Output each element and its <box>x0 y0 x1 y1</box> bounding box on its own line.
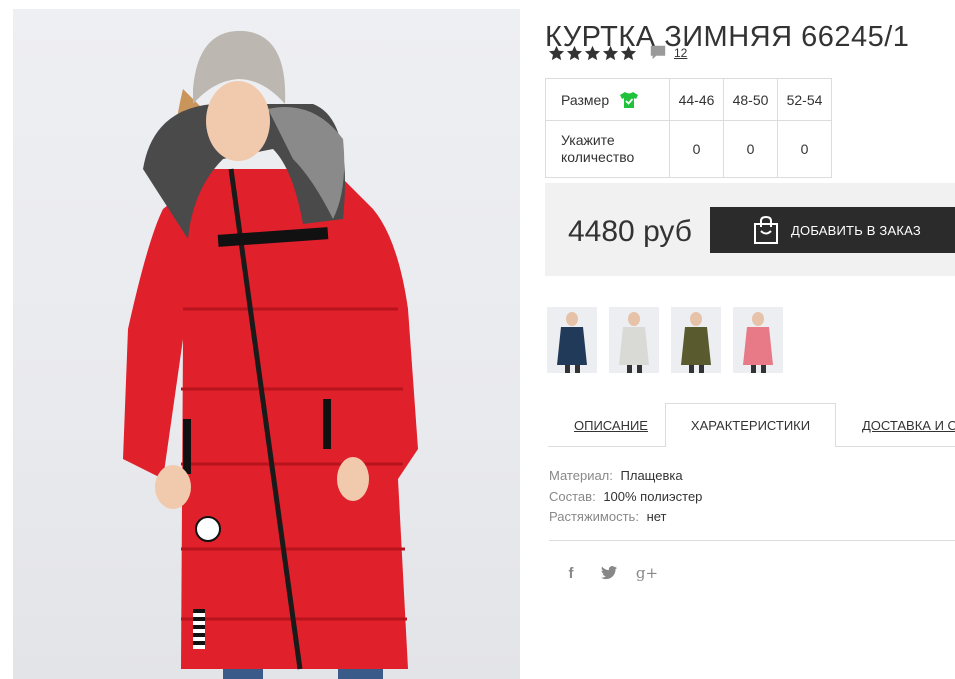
section-divider <box>549 540 955 541</box>
star-icon <box>584 45 601 60</box>
size-option[interactable]: 52-54 <box>777 78 832 121</box>
size-quantity-table: Размер 44-46 48-50 52-54 Укажите количес… <box>545 78 832 178</box>
comment-icon[interactable] <box>649 44 667 62</box>
thumbnail-navy[interactable] <box>547 307 597 373</box>
spec-row: Материал: Плащевка <box>549 466 702 487</box>
spec-key: Растяжимость: <box>549 509 639 524</box>
quantity-field[interactable]: 0 <box>669 120 724 178</box>
thumbnail-image <box>681 312 711 373</box>
spec-key: Состав: <box>549 488 596 504</box>
shopping-bag-icon <box>754 215 778 244</box>
quantity-field[interactable]: 0 <box>777 120 832 178</box>
add-to-order-button[interactable]: ДОБАВИТЬ В ЗАКАЗ <box>710 207 955 253</box>
size-option[interactable]: 48-50 <box>723 78 778 121</box>
thumbnail-image <box>619 312 649 373</box>
spec-value: 100% полиэстер <box>603 488 703 504</box>
size-label: Размер <box>561 91 610 108</box>
twitter-icon[interactable] <box>600 564 618 582</box>
google-plus-icon[interactable]: g+ <box>636 564 658 582</box>
quantity-label: Укажите количество <box>545 120 670 178</box>
spec-row: Состав: 100% полиэстер <box>549 487 702 508</box>
spec-value: нет <box>646 509 667 524</box>
spec-value: Плащевка <box>620 468 683 483</box>
rating-row: 12 <box>548 44 687 62</box>
model-red-jacket-illustration <box>123 30 418 679</box>
star-icon <box>548 45 565 60</box>
size-option[interactable]: 44-46 <box>669 78 724 121</box>
star-icon <box>602 45 619 60</box>
thumbnail-pink[interactable] <box>733 307 783 373</box>
size-label-cell: Размер <box>545 78 670 121</box>
facebook-icon[interactable]: f <box>562 564 580 582</box>
tab-description[interactable]: ОПИСАНИЕ <box>574 403 648 447</box>
tab-characteristics[interactable]: ХАРАКТЕРИСТИКИ <box>665 403 836 447</box>
thumbnail-olive[interactable] <box>671 307 721 373</box>
spec-row: Растяжимость: нет <box>549 507 702 528</box>
size-chart-shirt-icon[interactable] <box>619 91 639 109</box>
star-rating[interactable] <box>548 45 637 62</box>
thumbnail-light-grey[interactable] <box>609 307 659 373</box>
color-thumbnails <box>547 307 783 373</box>
price: 4480 руб <box>568 215 692 248</box>
star-icon <box>566 45 583 60</box>
spec-key: Материал: <box>549 468 613 483</box>
review-count-link[interactable]: 12 <box>674 46 687 60</box>
tab-delivery[interactable]: ДОСТАВКА И ОПЛАТА <box>862 403 955 447</box>
thumbnail-image <box>557 312 587 373</box>
star-icon <box>620 45 637 60</box>
quantity-field[interactable]: 0 <box>723 120 778 178</box>
price-panel: 4480 руб ДОБАВИТЬ В ЗАКАЗ <box>545 183 955 276</box>
characteristics-list: Материал: Плащевка Состав: 100% полиэсте… <box>549 466 702 528</box>
social-share: f g+ <box>562 564 659 582</box>
main-product-image[interactable] <box>13 9 520 679</box>
thumbnail-image <box>743 312 773 373</box>
add-to-order-label: ДОБАВИТЬ В ЗАКАЗ <box>791 222 921 238</box>
product-tabs: ОПИСАНИЕ ХАРАКТЕРИСТИКИ ДОСТАВКА И ОПЛАТ… <box>548 403 955 447</box>
